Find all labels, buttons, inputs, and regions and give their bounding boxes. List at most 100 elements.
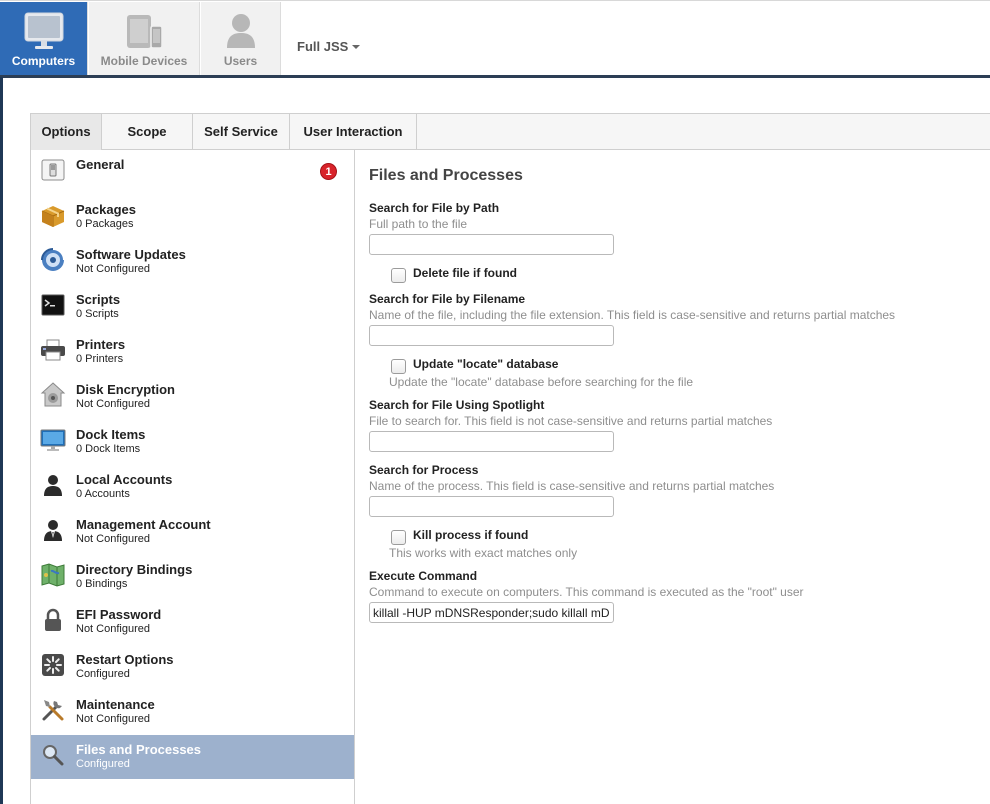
software-update-icon: [40, 247, 66, 273]
tab-user-interaction[interactable]: User Interaction: [290, 114, 417, 150]
caret-down-icon: [352, 44, 361, 49]
directory-map-icon: [40, 562, 66, 588]
sidebar-item-title: EFI Password: [76, 607, 162, 622]
sidebar-item-dock-items[interactable]: Dock Items 0 Dock Items: [31, 420, 354, 464]
kill-process-help: This works with exact matches only: [389, 546, 578, 560]
sidebar-item-subtitle: Not Configured: [76, 623, 150, 635]
search-path-label: Search for File by Path: [369, 201, 500, 215]
management-account-icon: [40, 517, 66, 543]
nav-divider: [0, 75, 990, 78]
padlock-icon: [40, 607, 66, 633]
update-locate-label: Update "locate" database: [413, 357, 559, 371]
search-path-help: Full path to the file: [369, 217, 468, 231]
sidebar-item-packages[interactable]: Packages 0 Packages: [31, 195, 354, 239]
sidebar-item-maintenance[interactable]: Maintenance Not Configured: [31, 690, 354, 734]
sidebar-item-title: Scripts: [76, 292, 121, 307]
tab-options[interactable]: Options: [30, 114, 102, 150]
execute-command-label: Execute Command: [369, 569, 478, 583]
user-icon: [201, 12, 280, 50]
sidebar-item-subtitle: Configured: [76, 758, 130, 770]
search-filename-input[interactable]: [369, 325, 614, 346]
sidebar-item-restart-options[interactable]: Restart Options Configured: [31, 645, 354, 689]
kill-process-label: Kill process if found: [413, 528, 529, 542]
sidebar-item-subtitle: 0 Printers: [76, 353, 124, 365]
search-spotlight-help: File to search for. This field is not ca…: [369, 414, 773, 428]
update-locate-checkbox[interactable]: [391, 359, 406, 374]
search-path-input[interactable]: [369, 234, 614, 255]
update-locate-help: Update the "locate" database before sear…: [389, 375, 694, 389]
sidebar-item-title: Dock Items: [76, 427, 146, 442]
search-process-input[interactable]: [369, 496, 614, 517]
sidebar-item-scripts[interactable]: Scripts 0 Scripts: [31, 285, 354, 329]
sidebar-item-title: Directory Bindings: [76, 562, 193, 577]
dock-display-icon: [40, 427, 66, 453]
sidebar-item-subtitle: Not Configured: [76, 713, 150, 725]
execute-command-input[interactable]: [369, 602, 614, 623]
sidebar-item-general[interactable]: General 1: [31, 150, 354, 194]
sidebar-item-efi-password[interactable]: EFI Password Not Configured: [31, 600, 354, 644]
tab-scope[interactable]: Scope: [102, 114, 193, 150]
kill-process-checkbox[interactable]: [391, 530, 406, 545]
execute-command-help: Command to execute on computers. This co…: [369, 585, 804, 599]
nav-tab-computers[interactable]: Computers: [0, 2, 88, 75]
search-spotlight-input[interactable]: [369, 431, 614, 452]
sidebar-item-subtitle: 0 Bindings: [76, 578, 128, 590]
nav-label-computers: Computers: [11, 54, 76, 68]
sidebar-item-disk-encryption[interactable]: Disk Encryption Not Configured: [31, 375, 354, 419]
nav-tab-users[interactable]: Users: [201, 2, 281, 75]
sidebar-item-subtitle: Not Configured: [76, 533, 150, 545]
sidebar-item-subtitle: 0 Accounts: [76, 488, 130, 500]
sidebar-item-title: Restart Options: [76, 652, 174, 667]
top-navigation: Computers Mobile Devices Users Full JSS: [0, 0, 990, 78]
sidebar-item-local-accounts[interactable]: Local Accounts 0 Accounts: [31, 465, 354, 509]
printer-icon: [40, 337, 66, 363]
search-filename-label: Search for File by Filename: [369, 292, 526, 306]
sidebar-item-subtitle: Not Configured: [76, 263, 150, 275]
restart-spinner-icon: [40, 652, 66, 678]
package-box-icon: [40, 202, 66, 228]
disk-encryption-icon: [40, 382, 66, 408]
sidebar-item-title: Management Account: [76, 517, 211, 532]
sidebar-item-management-account[interactable]: Management Account Not Configured: [31, 510, 354, 554]
payload-sidebar: General 1 Packages 0 Packages Software U…: [30, 150, 355, 804]
search-process-help: Name of the process. This field is case-…: [369, 479, 775, 493]
sidebar-item-title: Local Accounts: [76, 472, 173, 487]
sidebar-item-directory-bindings[interactable]: Directory Bindings 0 Bindings: [31, 555, 354, 599]
magnifier-icon: [40, 742, 66, 768]
sidebar-item-printers[interactable]: Printers 0 Printers: [31, 330, 354, 374]
sidebar-item-title: Files and Processes: [76, 742, 202, 757]
mobile-devices-icon: [89, 12, 199, 50]
site-selector-label: Full JSS: [297, 39, 349, 54]
sidebar-item-title: Packages: [76, 202, 136, 217]
sidebar-item-title: Software Updates: [76, 247, 186, 262]
sidebar-item-files-and-processes[interactable]: Files and Processes Configured: [31, 735, 354, 779]
delete-file-checkbox[interactable]: [391, 268, 406, 283]
sidebar-item-subtitle: Configured: [76, 668, 130, 680]
general-switch-icon: [40, 157, 66, 183]
alert-badge: 1: [320, 163, 337, 180]
left-edge-strip: [0, 77, 3, 804]
nav-tab-mobile-devices[interactable]: Mobile Devices: [89, 2, 200, 75]
sidebar-item-software-updates[interactable]: Software Updates Not Configured: [31, 240, 354, 284]
sidebar-item-title: General: [76, 157, 125, 172]
tab-self-service[interactable]: Self Service: [193, 114, 290, 150]
sidebar-item-title: Maintenance: [76, 697, 155, 712]
delete-file-label: Delete file if found: [413, 266, 518, 280]
site-selector-dropdown[interactable]: Full JSS: [297, 39, 361, 54]
computer-icon: [0, 12, 87, 50]
sidebar-item-title: Disk Encryption: [76, 382, 175, 397]
sidebar-item-subtitle: 0 Scripts: [76, 308, 119, 320]
section-title: Files and Processes: [369, 167, 523, 184]
terminal-icon: [40, 292, 66, 318]
search-spotlight-label: Search for File Using Spotlight: [369, 398, 545, 412]
sidebar-item-subtitle: 0 Packages: [76, 218, 134, 230]
sidebar-item-subtitle: 0 Dock Items: [76, 443, 141, 455]
nav-label-mobile-devices: Mobile Devices: [100, 54, 188, 68]
local-account-icon: [40, 472, 66, 498]
tools-icon: [40, 697, 66, 723]
nav-label-users: Users: [223, 54, 258, 68]
sidebar-item-subtitle: Not Configured: [76, 398, 150, 410]
sidebar-item-title: Printers: [76, 337, 126, 352]
search-filename-help: Name of the file, including the file ext…: [369, 308, 896, 322]
search-process-label: Search for Process: [369, 463, 479, 477]
